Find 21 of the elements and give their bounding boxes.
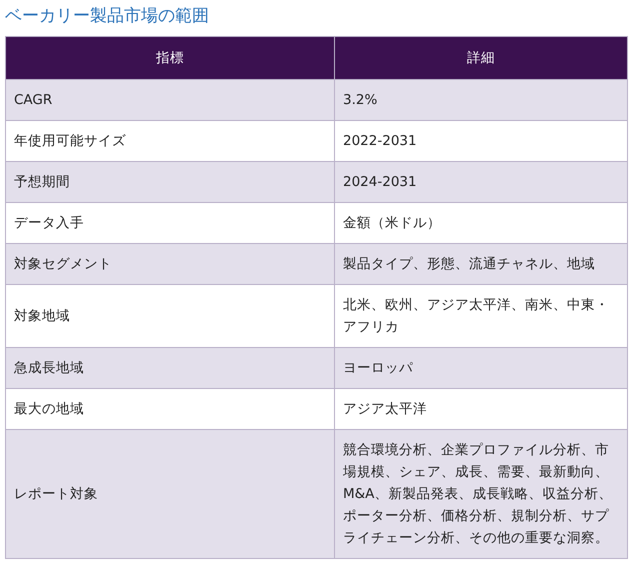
table-cell: 製品タイプ、形態、流通チャネル、地域 (334, 244, 628, 284)
table-cell: 北米、欧州、アジア太平洋、南米、中東・アフリカ (334, 284, 628, 348)
table-cell: 2022-2031 (334, 120, 628, 162)
table-cell: 競合環境分析、企業プロファイル分析、市場規模、シェア、成長、需要、最新動向、M&A、新製品発表、成長戦略、収益分析、ポーター分析、価格分析、規制分析、サプライチェーン分析、その他の重要な洞察。 (334, 430, 628, 558)
table-cell: データ入手 (6, 202, 334, 244)
table-cell: 2024-2031 (334, 162, 628, 202)
table-cell: 最大の地域 (6, 388, 334, 430)
table-cell: CAGR (6, 80, 334, 120)
table-cell: 対象セグメント (6, 244, 334, 284)
column-header: 詳細 (334, 36, 628, 80)
table-cell: 年使用可能サイズ (6, 120, 334, 162)
table-cell: アジア太平洋 (334, 388, 628, 430)
table-cell: 予想期間 (6, 162, 334, 202)
page-title: ベーカリー製品市場の範囲 (5, 5, 210, 28)
table-cell: 対象地域 (6, 284, 334, 348)
table-cell: レポート対象 (6, 430, 334, 558)
column-header: 指標 (6, 36, 334, 80)
table-cell: 金額（米ドル） (334, 202, 628, 244)
table-cell: ヨーロッパ (334, 348, 628, 388)
table-cell: 急成長地域 (6, 348, 334, 388)
table-cell: 3.2% (334, 80, 628, 120)
